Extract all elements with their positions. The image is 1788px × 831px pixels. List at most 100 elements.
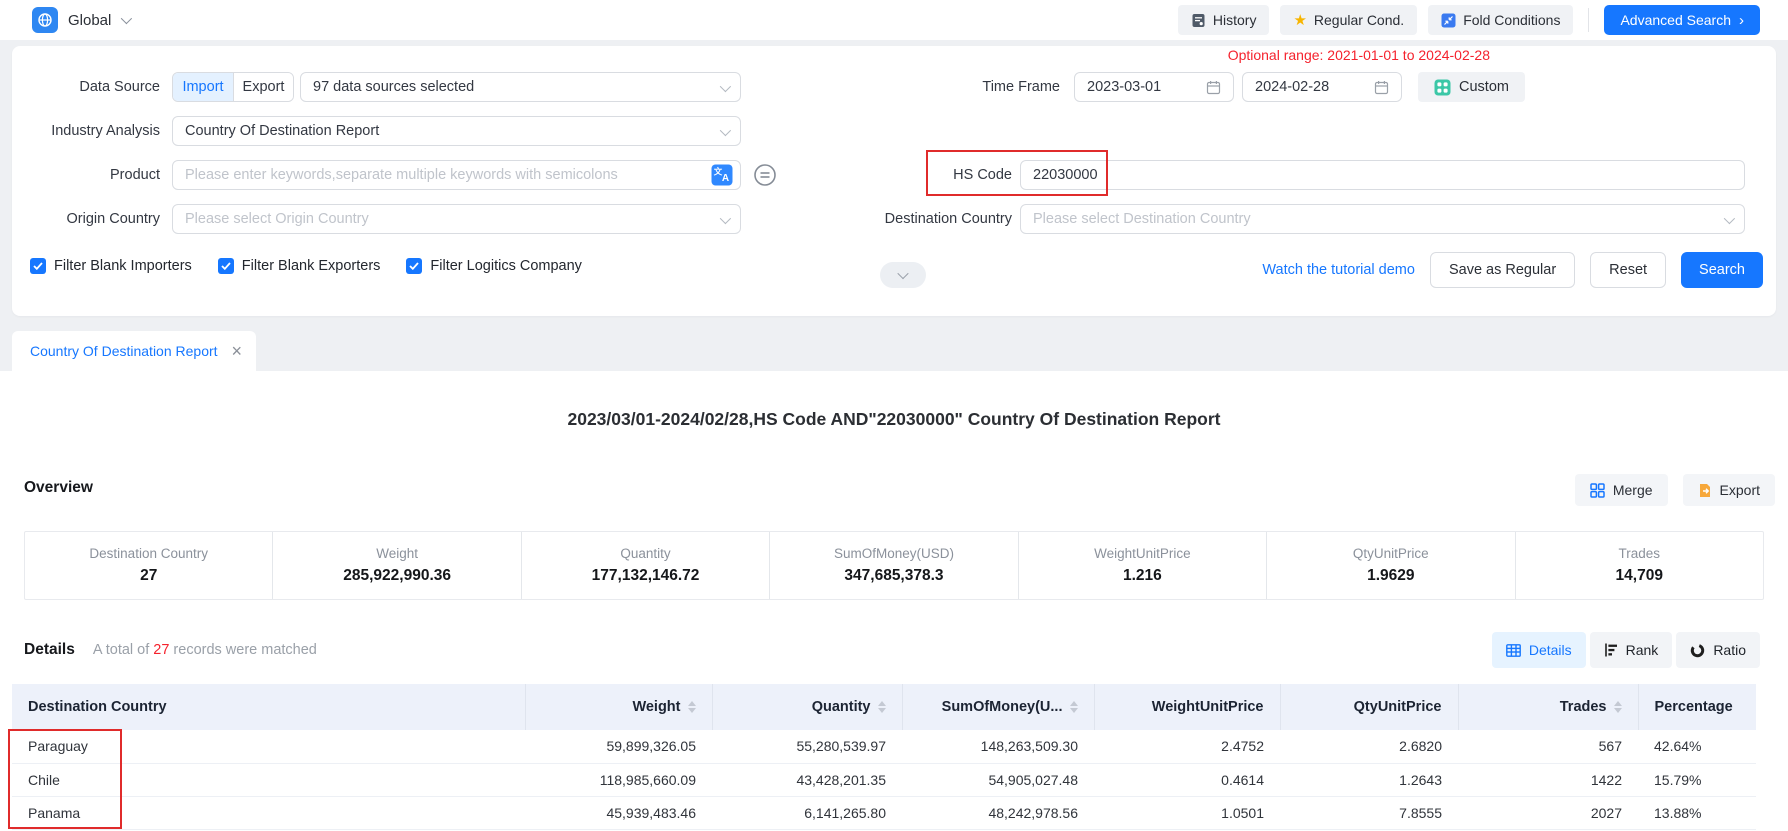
merge-button[interactable]: Merge [1575, 474, 1668, 506]
data-sources-select[interactable]: 97 data sources selected [300, 72, 741, 102]
import-tab[interactable]: Import [173, 73, 233, 101]
chevron-right-icon: › [1739, 13, 1744, 28]
view-details-button[interactable]: Details [1492, 632, 1586, 668]
checkbox-filter-blank-importers[interactable]: Filter Blank Importers [30, 258, 192, 274]
cell-weight: 59,899,326.05 [525, 730, 712, 763]
stat-value: 27 [140, 567, 157, 585]
details-record-count: 27 [149, 642, 173, 658]
save-as-regular-button[interactable]: Save as Regular [1430, 252, 1575, 288]
stat-sum-of-money: SumOfMoney(USD) 347,685,378.3 [769, 532, 1017, 599]
column-qty-unit-price: QtyUnitPrice [1280, 684, 1458, 730]
export-icon [1698, 483, 1712, 498]
sort-icon[interactable] [688, 701, 696, 713]
app-root: Global History ★ Regular Cond. Fold Cond… [0, 0, 1788, 831]
sort-icon[interactable] [1614, 701, 1622, 713]
merge-icon [1590, 483, 1605, 498]
pie-icon [1690, 643, 1705, 658]
match-mode-icon[interactable] [752, 162, 778, 188]
origin-country-label: Origin Country [12, 204, 160, 234]
form-actions: Watch the tutorial demo Save as Regular … [1262, 252, 1763, 288]
chevron-down-icon [720, 213, 731, 224]
topbar: Global History ★ Regular Cond. Fold Cond… [0, 0, 1788, 40]
region-label: Global [68, 12, 111, 29]
checkbox-filter-logitics-company[interactable]: Filter Logitics Company [406, 258, 582, 274]
export-label: Export [1720, 482, 1760, 498]
advanced-search-button[interactable]: Advanced Search › [1604, 5, 1760, 35]
checkbox-filter-blank-exporters[interactable]: Filter Blank Exporters [218, 258, 381, 274]
table-icon [1506, 644, 1521, 657]
stat-value: 177,132,146.72 [592, 567, 700, 585]
stat-label: Trades [1618, 546, 1660, 561]
reset-button[interactable]: Reset [1590, 252, 1666, 288]
sort-icon[interactable] [878, 701, 886, 713]
industry-analysis-select[interactable]: Country Of Destination Report [172, 116, 741, 146]
stat-value: 14,709 [1616, 567, 1663, 585]
column-sum-of-money[interactable]: SumOfMoney(U... [902, 684, 1094, 730]
details-summary-prefix: A total of [93, 642, 149, 658]
data-sources-value: 97 data sources selected [313, 79, 474, 95]
column-trades[interactable]: Trades [1458, 684, 1638, 730]
calendar-icon [1374, 80, 1389, 95]
overview-heading: Overview [24, 479, 93, 497]
star-icon: ★ [1293, 13, 1306, 28]
regular-cond-button[interactable]: ★ Regular Cond. [1280, 5, 1417, 35]
stat-label: SumOfMoney(USD) [834, 546, 954, 561]
table-header-row: Destination Country Weight Quantity SumO… [12, 684, 1756, 730]
details-title: Details [24, 641, 75, 659]
regular-cond-label: Regular Cond. [1314, 12, 1404, 28]
cell-qty-unit-price: 2.6820 [1280, 730, 1458, 763]
column-quantity[interactable]: Quantity [712, 684, 902, 730]
time-frame-label: Time Frame [910, 72, 1060, 102]
merge-label: Merge [1613, 482, 1653, 498]
report-tab-title: Country Of Destination Report [30, 343, 218, 359]
checkbox-label: Filter Logitics Company [430, 258, 582, 274]
origin-country-select[interactable]: Please select Origin Country [172, 204, 741, 234]
view-ratio-button[interactable]: Ratio [1676, 632, 1760, 668]
view-toggle: Details Rank Ratio [1492, 632, 1760, 668]
topbar-divider [1588, 8, 1589, 32]
destination-country-select[interactable]: Please select Destination Country [1020, 204, 1745, 234]
product-label: Product [12, 160, 160, 190]
hs-code-input[interactable] [1020, 160, 1745, 190]
end-date-value: 2024-02-28 [1255, 79, 1329, 95]
stat-label: Quantity [620, 546, 670, 561]
end-date-input[interactable]: 2024-02-28 [1242, 72, 1402, 102]
fold-conditions-label: Fold Conditions [1463, 12, 1560, 28]
close-icon[interactable]: × [231, 342, 242, 360]
cell-qty-unit-price: 1.2643 [1280, 763, 1458, 796]
table-row: Chile 118,985,660.09 43,428,201.35 54,90… [12, 763, 1756, 796]
cell-quantity: 6,141,265.80 [712, 796, 902, 829]
fold-conditions-button[interactable]: Fold Conditions [1428, 5, 1573, 35]
column-weight[interactable]: Weight [525, 684, 712, 730]
overview-stats: Destination Country 27 Weight 285,922,99… [24, 531, 1764, 600]
cell-weight-unit-price: 0.4614 [1094, 763, 1280, 796]
chevron-down-icon [897, 268, 908, 279]
cell-quantity: 55,280,539.97 [712, 730, 902, 763]
sort-icon[interactable] [1070, 701, 1078, 713]
view-rank-label: Rank [1626, 642, 1659, 658]
overview-actions: Merge Export [1575, 474, 1775, 506]
custom-label: Custom [1459, 79, 1509, 95]
history-button[interactable]: History [1178, 5, 1270, 35]
custom-button[interactable]: Custom [1418, 72, 1525, 102]
industry-analysis-value: Country Of Destination Report [185, 123, 379, 139]
export-tab[interactable]: Export [233, 73, 293, 101]
region-selector[interactable]: Global [32, 7, 129, 33]
search-button[interactable]: Search [1681, 252, 1763, 288]
details-heading: Details A total of27records were matched [24, 641, 317, 659]
view-rank-button[interactable]: Rank [1590, 632, 1673, 668]
stat-qty-unit-price: QtyUnitPrice 1.9629 [1266, 532, 1514, 599]
translate-icon[interactable]: 文A [711, 164, 733, 186]
stat-quantity: Quantity 177,132,146.72 [521, 532, 769, 599]
filter-panel: Optional range: 2021-01-01 to 2024-02-28… [12, 46, 1776, 316]
collapse-conditions-button[interactable] [880, 262, 926, 288]
cell-trades: 567 [1458, 730, 1638, 763]
tutorial-link[interactable]: Watch the tutorial demo [1262, 262, 1415, 278]
report-tab[interactable]: Country Of Destination Report × [12, 331, 256, 371]
product-input[interactable] [172, 160, 741, 190]
export-button[interactable]: Export [1683, 474, 1775, 506]
industry-analysis-label: Industry Analysis [12, 116, 160, 146]
chevron-down-icon [720, 81, 731, 92]
start-date-input[interactable]: 2023-03-01 [1074, 72, 1234, 102]
cell-quantity: 43,428,201.35 [712, 763, 902, 796]
